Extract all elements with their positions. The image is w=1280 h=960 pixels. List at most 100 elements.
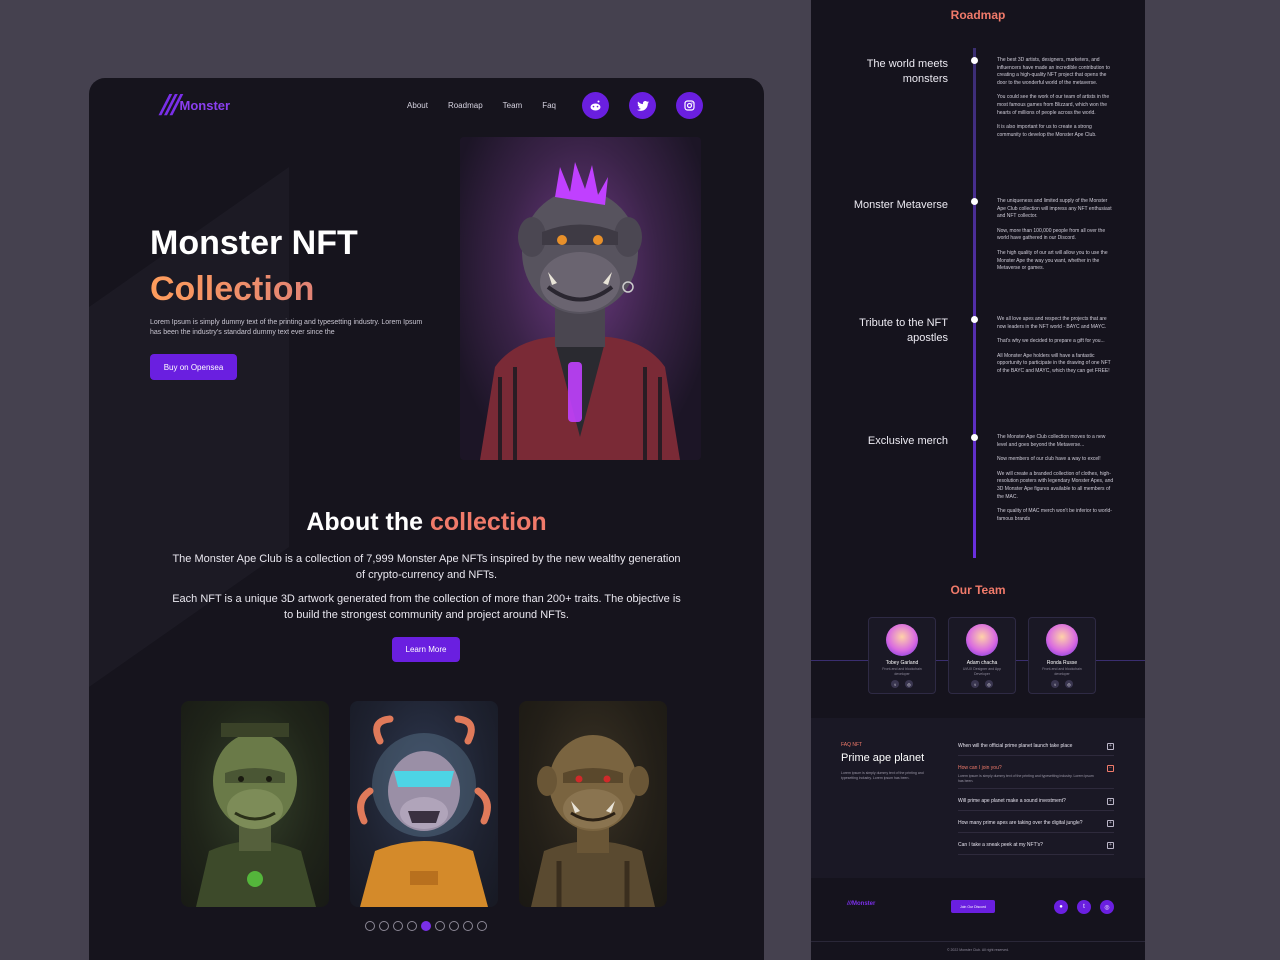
roadmap-paragraph: The high quality of our art will allow y… xyxy=(997,249,1108,272)
roadmap-item-body: The best 3D artists, designers, marketer… xyxy=(997,57,1115,146)
nav-about[interactable]: About xyxy=(407,101,428,110)
hero-title: Monster NFT Collection xyxy=(150,220,358,312)
expand-icon[interactable]: + xyxy=(1107,798,1114,805)
footer-logo[interactable]: ///Monster xyxy=(847,901,875,907)
faq-question[interactable]: Will prime ape planet make a sound inves… xyxy=(958,795,1114,811)
brand-logo[interactable]: /// Monster xyxy=(161,90,230,120)
faq-question-open[interactable]: How can I join you? Lorem ipsum is simpl… xyxy=(958,762,1114,789)
team-member-card[interactable]: Tobey Garland Front-end and blockchain d… xyxy=(868,617,936,694)
timeline-node xyxy=(971,316,978,323)
team-title: Our Team xyxy=(950,583,1006,597)
instagram-icon[interactable]: ◎ xyxy=(905,680,913,688)
instagram-icon[interactable]: ◎ xyxy=(1100,900,1114,914)
expand-icon[interactable]: + xyxy=(1107,842,1114,849)
twitter-icon[interactable] xyxy=(629,92,656,119)
footer-logo-text: Monster xyxy=(852,901,876,907)
roadmap-item-heading: The world meets monsters xyxy=(866,58,948,85)
team-cards: Tobey Garland Front-end and blockchain d… xyxy=(868,617,1096,694)
instagram-icon[interactable]: ◎ xyxy=(985,680,993,688)
learn-more-button[interactable]: Learn More xyxy=(392,637,460,662)
faq-description: Lorem ipsum is simply dummy text of the … xyxy=(841,771,924,780)
team-member-card[interactable]: Ronda Russe Front-end and blockchain dev… xyxy=(1028,617,1096,694)
carousel-dot[interactable] xyxy=(477,921,487,931)
landing-page-artboard: /// Monster About Roadmap Team Faq Monst… xyxy=(89,78,764,960)
faq-question-text: How can I join you? xyxy=(958,765,1002,771)
team-member-role: UI/UX Designer and App Developer xyxy=(962,667,1002,676)
nft-card-astronaut-ape[interactable] xyxy=(350,701,498,907)
hero-title-line2: Collection xyxy=(150,266,358,312)
roadmap-item-heading: Monster Metaverse xyxy=(853,199,948,211)
nav-faq[interactable]: Faq xyxy=(542,101,556,110)
footer-social: ● t ◎ xyxy=(1054,900,1114,914)
roadmap-item-body: The uniqueness and limited supply of the… xyxy=(997,198,1115,280)
twitter-icon[interactable]: t xyxy=(1077,900,1091,914)
social-links xyxy=(582,92,703,119)
carousel-dot[interactable] xyxy=(393,921,403,931)
faq-tag: FAQ NFT xyxy=(841,742,863,748)
about-paragraph-1: The Monster Ape Club is a collection of … xyxy=(172,553,681,581)
copyright: © 2022 Monster Club. All right reserved. xyxy=(946,948,1010,952)
carousel-dot[interactable] xyxy=(463,921,473,931)
instagram-icon[interactable] xyxy=(676,92,703,119)
faq-question[interactable]: Can I take a sneak peek at my NFT's? + xyxy=(958,839,1114,855)
roadmap-paragraph: It is also important for us to create a … xyxy=(997,124,1097,138)
roadmap-paragraph: You could see the work of our team of ar… xyxy=(997,94,1110,116)
roadmap-item-body: The Monster Ape Club collection moves to… xyxy=(997,434,1115,530)
nft-card-green-ape[interactable] xyxy=(181,701,329,907)
timeline-node xyxy=(971,57,978,64)
team-member-role: Front-end and blockchain developer xyxy=(882,667,922,676)
timeline-node xyxy=(971,198,978,205)
reddit-icon[interactable]: ● xyxy=(1054,900,1068,914)
roadmap-item-heading: Tribute to the NFT apostles xyxy=(859,317,948,344)
roadmap-paragraph: The uniqueness and limited supply of the… xyxy=(997,198,1112,220)
carousel-dot[interactable] xyxy=(407,921,417,931)
twitter-icon[interactable]: t xyxy=(1051,680,1059,688)
hero-description: Lorem Ipsum is simply dummy text of the … xyxy=(150,319,423,336)
faq-question[interactable]: When will the official prime planet laun… xyxy=(958,740,1114,756)
faq-title: Prime ape planet xyxy=(841,752,925,764)
carousel-dot[interactable] xyxy=(435,921,445,931)
team-member-card[interactable]: Adam chacha UI/UX Designer and App Devel… xyxy=(948,617,1016,694)
roadmap-item-heading: Exclusive merch xyxy=(867,435,948,447)
team-member-name: Tobey Garland xyxy=(885,660,919,666)
faq-question-text: How many prime apes are taking over the … xyxy=(958,820,1083,826)
about-title-plain: About the xyxy=(306,508,423,536)
team-member-name: Ronda Russe xyxy=(1046,660,1078,666)
nav-team[interactable]: Team xyxy=(503,101,523,110)
carousel-dot[interactable] xyxy=(379,921,389,931)
faq-answer: Lorem ipsum is simply dummy text of the … xyxy=(958,774,1094,783)
faq-question[interactable]: How many prime apes are taking over the … xyxy=(958,817,1114,833)
faq-question-text: Can I take a sneak peek at my NFT's? xyxy=(958,842,1043,848)
instagram-icon[interactable]: ◎ xyxy=(1065,680,1073,688)
roadmap-item-body: We all love apes and respect the project… xyxy=(997,316,1115,383)
faq-list: When will the official prime planet laun… xyxy=(958,740,1114,855)
roadmap-title: Roadmap xyxy=(950,8,1006,22)
twitter-icon[interactable]: t xyxy=(891,680,899,688)
collapse-icon[interactable]: − xyxy=(1107,765,1114,772)
buy-on-opensea-button[interactable]: Buy on Opensea xyxy=(150,354,237,380)
carousel-dot[interactable] xyxy=(449,921,459,931)
nav-roadmap[interactable]: Roadmap xyxy=(448,101,483,110)
team-member-social: t ◎ xyxy=(971,680,993,688)
main-nav: About Roadmap Team Faq xyxy=(407,92,703,119)
faq-question-text: Will prime ape planet make a sound inves… xyxy=(958,798,1066,804)
carousel-dot[interactable] xyxy=(421,921,431,931)
roadmap-paragraph: Now members of our club have a way to ex… xyxy=(997,456,1101,463)
avatar xyxy=(886,624,918,656)
expand-icon[interactable]: + xyxy=(1107,820,1114,827)
team-member-name: Adam chacha xyxy=(966,660,998,666)
twitter-icon[interactable]: t xyxy=(971,680,979,688)
faq-question-text: When will the official prime planet laun… xyxy=(958,743,1073,749)
join-discord-button[interactable]: Join Our Discord xyxy=(951,900,995,913)
team-member-social: t ◎ xyxy=(1051,680,1073,688)
reddit-icon[interactable] xyxy=(582,92,609,119)
expand-icon[interactable]: + xyxy=(1107,743,1114,750)
carousel-dot[interactable] xyxy=(365,921,375,931)
timeline-line xyxy=(973,48,976,558)
footer: ///Monster Join Our Discord ● t ◎ © 2022… xyxy=(811,878,1145,960)
nft-card-bronze-ape[interactable] xyxy=(519,701,667,907)
roadmap-paragraph: All Monster Ape holders will have a fant… xyxy=(997,352,1111,374)
carousel-pagination xyxy=(365,921,487,931)
logo-text: Monster xyxy=(179,97,231,113)
team-member-role: Front-end and blockchain developer xyxy=(1042,667,1082,676)
